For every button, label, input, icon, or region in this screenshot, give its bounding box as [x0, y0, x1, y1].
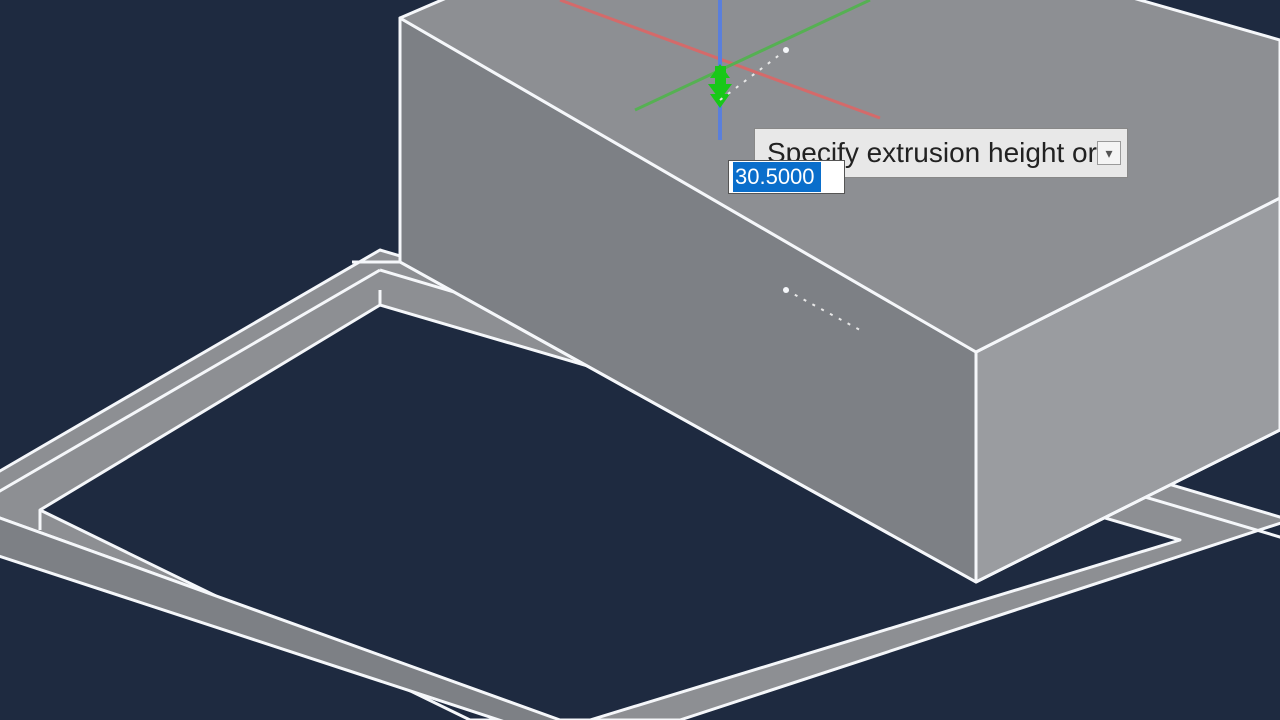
height-input[interactable]: 30.5000 — [728, 160, 845, 194]
cad-viewport[interactable]: Specify extrusion height or ▾ 30.5000 — [0, 0, 1280, 720]
height-input-value[interactable]: 30.5000 — [733, 162, 821, 192]
scene-canvas[interactable] — [0, 0, 1280, 720]
